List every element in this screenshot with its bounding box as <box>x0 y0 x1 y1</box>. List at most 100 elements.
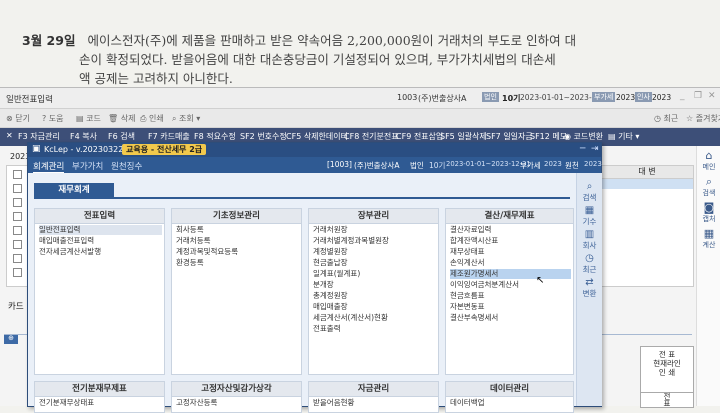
panel-title: 자금관리 <box>309 382 438 397</box>
outer-toolbar: ⊗ 닫기 ? 도움 ▤ 코드 🗑 삭제 ⎙ 인쇄 ⌕ 조회 ▾ ◷ 최근 ☆ 즐… <box>0 109 720 128</box>
slip-button[interactable]: 전 표 <box>640 392 694 408</box>
menu-copy[interactable]: F4 복사 <box>70 131 97 142</box>
menu-journal[interactable]: 분개장 <box>313 280 436 290</box>
code-tool-button[interactable]: ▤ 코드 <box>76 113 101 124</box>
menu-insert-slip[interactable]: CF9 전표삽입 <box>396 131 443 142</box>
minimize-icon[interactable]: ─ <box>580 144 585 154</box>
menu-notes-receivable[interactable]: 받을어음현황 <box>313 398 436 408</box>
menu-prior-balance-sheet[interactable]: 전기분재무상태표 <box>39 398 162 408</box>
payroll-year: 2023 <box>584 160 602 168</box>
row-checkbox[interactable] <box>13 184 22 193</box>
inner-convert-button[interactable]: ⇄ 변환 <box>577 277 602 299</box>
panel-basic-info: 기초정보관리 회사등록 거래처등록 계정과목및적요등록 환경등록 <box>171 208 302 375</box>
row-checkbox[interactable] <box>13 268 22 277</box>
exit-icon[interactable]: ⇥ <box>591 144 599 154</box>
menu-cash-book[interactable]: 현금출납장 <box>313 258 436 268</box>
menu-general-slip-entry[interactable]: 일반전표입력 <box>39 225 162 235</box>
menu-prior-slip[interactable]: CF8 전기분전표 <box>344 131 399 142</box>
menu-card-sales[interactable]: F7 카드매출 <box>148 131 190 142</box>
menu-daily-monthly-report[interactable]: 일계표(월계표) <box>313 269 436 279</box>
menu-cash-management[interactable]: F3 자금관리 <box>18 131 60 142</box>
menu-customer-ledger[interactable]: 거래처원장 <box>313 225 436 235</box>
print-current-line-button[interactable]: 전 표 현재라인 인 쇄 <box>640 346 694 393</box>
outer-year: 2023 <box>616 93 636 102</box>
menu-body: 재무회계 전표입력 일반전표입력 매입매출전표입력 전자세금계산서발행 기초정보… <box>28 173 601 413</box>
tab-withholding[interactable]: 원천징수 <box>111 160 142 172</box>
calendar-icon: ▦ <box>584 205 595 216</box>
clock-icon: ◷ <box>585 253 594 264</box>
menu-code-convert[interactable]: ◉ 코드변환 <box>564 131 603 142</box>
close-tool-button[interactable]: ⊗ 닫기 <box>6 113 30 124</box>
menu-account-ledger[interactable]: 계정별원장 <box>313 247 436 257</box>
menu-memo-edit[interactable]: F8 적요수정 <box>194 131 236 142</box>
menu-general-ledger[interactable]: 총계정원장 <box>313 291 436 301</box>
menu-deleted-data[interactable]: CF5 삭제한데이터 <box>286 131 348 142</box>
menu-environment-registration[interactable]: 환경등록 <box>176 258 299 268</box>
menu-fixed-asset-registration[interactable]: 고정자산등록 <box>176 398 299 408</box>
menu-retained-earnings[interactable]: 이익잉여금처분계산서 <box>450 280 571 290</box>
menu-search[interactable]: F6 검색 <box>108 131 135 142</box>
menu-e-tax-invoice[interactable]: 전자세금계산서발행 <box>39 247 162 257</box>
panel-title: 결산/재무제표 <box>446 209 573 224</box>
menu-slip-print[interactable]: 전표출력 <box>313 324 436 334</box>
search-tool-button[interactable]: ⌕ 조회 ▾ <box>172 113 200 124</box>
selected-row[interactable] <box>601 179 693 189</box>
menu-daily-cash[interactable]: SF7 일일자금 <box>486 131 533 142</box>
transfer-icon: ⇄ <box>585 277 594 288</box>
tab-accounting[interactable]: 회계관리 <box>33 160 65 174</box>
menu-bulk-delete[interactable]: SF5 일괄삭제 <box>440 131 487 142</box>
inner-search-button[interactable]: ⌕ 검색 <box>577 181 602 203</box>
row-checkbox[interactable] <box>13 254 22 263</box>
home-icon: ⌂ <box>705 149 713 162</box>
menu-income-statement[interactable]: 손익계산서 <box>450 258 571 268</box>
menu-closing-schedules[interactable]: 결산부속명세서 <box>450 313 571 323</box>
delete-tool-button[interactable]: 🗑 삭제 <box>108 113 135 124</box>
menu-sales-purchase-entry[interactable]: 매입매출전표입력 <box>39 236 162 246</box>
menu-equity-changes[interactable]: 자본변동표 <box>450 302 571 312</box>
capture-shortcut[interactable]: ◙ 캡처 <box>697 202 720 224</box>
inner-recent-button[interactable]: ◷ 최근 <box>577 253 602 275</box>
menu-number-edit[interactable]: SF2 번호수정 <box>240 131 287 142</box>
home-shortcut[interactable]: ⌂ 메인 <box>697 150 720 172</box>
menu-account-registration[interactable]: 계정과목및적요등록 <box>176 247 299 257</box>
inner-company-button[interactable]: ▥ 회사 <box>577 229 602 251</box>
row-checkbox[interactable] <box>13 212 22 221</box>
recent-button[interactable]: ◷ 최근 <box>654 113 678 124</box>
kclep-title-bar: ▣ KcLep - v.20230322 교육용 - 전산세무 2급 ─ ⇥ <box>28 143 601 157</box>
menu-other[interactable]: ▤ 기타 ▾ <box>608 131 639 142</box>
menu-customer-account-ledger[interactable]: 거래처별계정과목별원장 <box>313 236 436 246</box>
inner-term-button[interactable]: ▦ 기수 <box>577 205 602 227</box>
search-shortcut[interactable]: ⌕ 검색 <box>697 176 720 198</box>
help-tool-button[interactable]: ? 도움 <box>42 113 64 124</box>
menu-purchase-sales-book[interactable]: 매입매출장 <box>313 302 436 312</box>
inner-right-toolbar: ⌕ 검색 ▦ 기수 ▥ 회사 ◷ 최근 ⇄ 변환 <box>576 173 602 406</box>
menu-cash-flow[interactable]: 현금흐름표 <box>450 291 571 301</box>
menu-memo[interactable]: SF12 메모 <box>530 131 567 142</box>
close-icon[interactable]: ✕ <box>708 91 716 101</box>
menu-close-icon[interactable]: ✕ <box>6 131 13 140</box>
calculator-shortcut[interactable]: ▦ 계산 <box>697 228 720 250</box>
menu-company-registration[interactable]: 회사등록 <box>176 225 299 235</box>
panel-title: 장부관리 <box>309 209 438 224</box>
menu-tax-invoice-status[interactable]: 세금계산서(계산서)현황 <box>313 313 436 323</box>
favorites-button[interactable]: ☆ 즐겨찾기 <box>686 113 720 124</box>
vat-label: 부가세 <box>520 161 541 170</box>
menu-trial-balance[interactable]: 합계잔액시산표 <box>450 236 571 246</box>
row-checkbox[interactable] <box>13 170 22 179</box>
print-tool-button[interactable]: ⎙ 인쇄 <box>140 113 164 124</box>
menu-cost-of-goods-statement[interactable]: 제조원가명세서 <box>450 269 571 279</box>
tab-vat[interactable]: 부가가치 <box>72 160 103 172</box>
expand-button[interactable]: ⊕ <box>4 334 18 344</box>
menu-balance-sheet[interactable]: 재무상태표 <box>450 247 571 257</box>
menu-data-backup[interactable]: 데이터백업 <box>450 398 571 408</box>
panel-fixed-assets: 고정자산및감가상각 고정자산등록 <box>171 381 302 413</box>
minimize-icon[interactable]: _ <box>680 91 685 101</box>
menu-customer-registration[interactable]: 거래처등록 <box>176 236 299 246</box>
row-checkbox[interactable] <box>13 240 22 249</box>
menu-closing-data-entry[interactable]: 결산자료입력 <box>450 225 571 235</box>
row-checkbox[interactable] <box>13 198 22 207</box>
row-checkbox[interactable] <box>13 226 22 235</box>
restore-icon[interactable]: ❐ <box>694 91 702 101</box>
app-logo-icon: ▣ <box>32 144 41 154</box>
panel-data-management: 데이터관리 데이터백업 <box>445 381 574 413</box>
